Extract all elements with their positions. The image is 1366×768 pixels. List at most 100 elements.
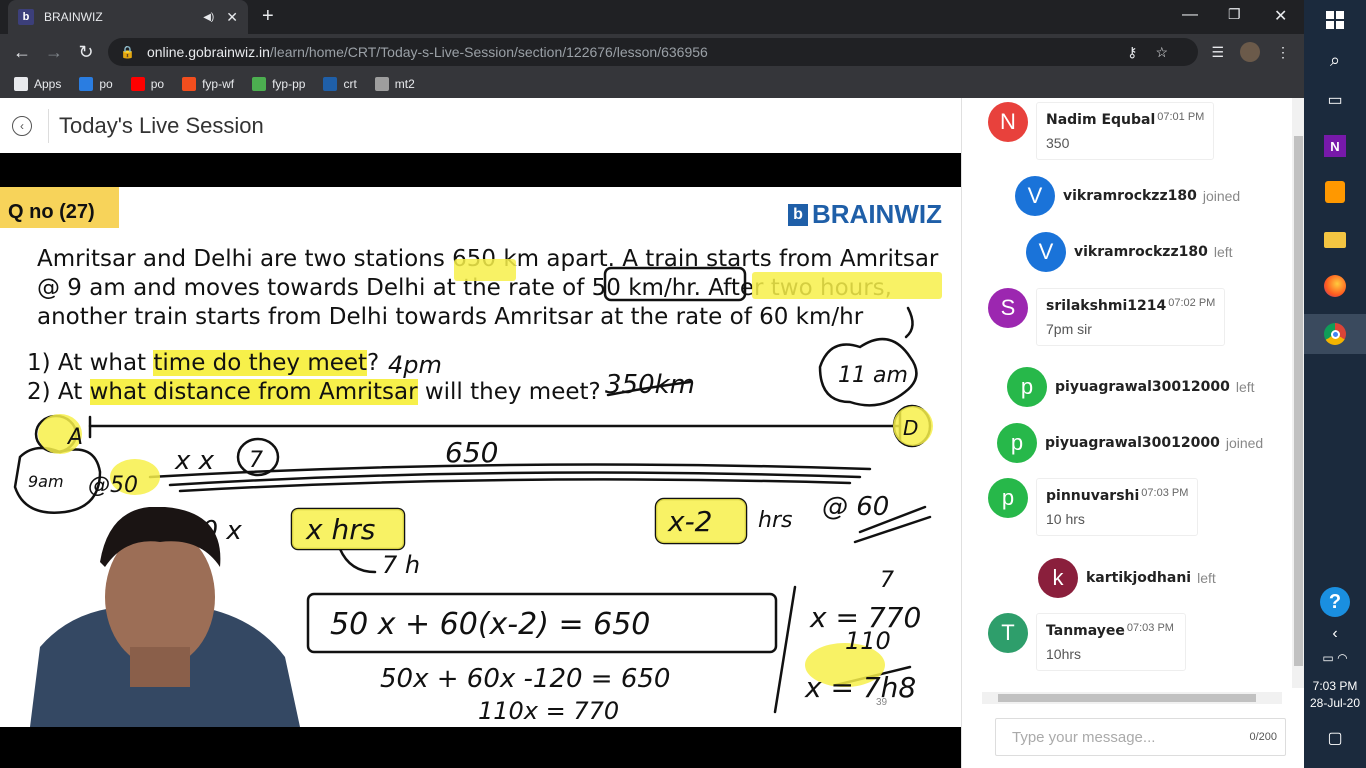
event-username: piyuagrawal30012000 [1055,379,1230,395]
close-window-button[interactable]: ✕ [1274,6,1287,26]
sublime-text-icon[interactable] [1304,172,1366,212]
back-button[interactable]: ← [6,42,38,63]
bookmark-edge[interactable]: po [79,77,113,91]
svg-text:hrs: hrs [758,508,792,533]
minimize-button[interactable]: — [1182,6,1198,24]
task-view-icon[interactable]: ▭ [1304,80,1366,120]
brainwiz-favicon-icon: b [18,9,34,25]
message-time: 07:02 PM [1168,297,1216,309]
url-path: /learn/home/CRT/Today-s-Live-Session/sec… [269,44,708,60]
edge-icon [79,77,94,91]
profile-avatar[interactable] [1240,42,1260,62]
browser-tab[interactable]: b BRAINWIZ ◀) ✕ [8,0,248,34]
user-avatar: p [988,478,1028,518]
message-time: 07:03 PM [1141,487,1189,499]
chat-input-wrapper: 0/200 [995,718,1286,756]
svg-text:@ 60: @ 60 [822,492,889,522]
chat-event: k kartikjodhani left [1038,558,1216,598]
bookmark-star-icon[interactable]: ☆ [1155,44,1186,60]
back-circle-icon[interactable]: ‹ [12,115,32,136]
message-username: Nadim Equbal [1046,112,1156,128]
bookmark-label: Apps [34,77,62,91]
firefox-icon[interactable] [1304,266,1366,306]
bookmark-label: crt [343,77,357,91]
chat-message-input[interactable] [1012,728,1250,746]
chat-message: p pinnuvarshi 07:03 PM 10 hrs [988,478,1199,536]
audio-playing-icon[interactable]: ◀) [203,12,214,23]
message-bubble: pinnuvarshi 07:03 PM 10 hrs [1036,478,1199,536]
cc-icon [374,77,389,91]
chat-horizontal-scrollbar[interactable] [982,692,1282,704]
new-tab-button[interactable]: + [262,6,274,26]
notification-icon[interactable]: ▢ [1304,718,1366,758]
chat-event: p piyuagrawal30012000 left [1007,367,1255,407]
bookmark-label: fyp-pp [272,77,306,91]
svg-text:7 h: 7 h [382,551,420,579]
onenote-icon[interactable]: N [1304,126,1366,166]
bookmark-brainwiz[interactable]: crt [323,77,357,91]
event-action: joined [1202,188,1241,204]
page-title: Today's Live Session [59,112,264,138]
chat-event: p piyuagrawal30012000 joined [997,423,1263,463]
bookmark-figma[interactable]: fyp-wf [182,77,234,91]
svg-text:7: 7 [880,568,894,593]
message-bubble: Nadim Equbal 07:01 PM 350 [1036,102,1215,160]
forward-button[interactable]: → [38,42,70,63]
message-bubble: srilakshmi1214 07:02 PM 7pm sir [1036,288,1226,346]
message-time: 07:01 PM [1157,111,1205,123]
brainwiz-icon [323,77,338,91]
svg-text:50x + 60x -120 = 650: 50x + 60x -120 = 650 [380,664,670,694]
bookmark-label: mt2 [394,77,415,91]
bookmarks-bar: Apps po po fyp-wf fyp-pp crt mt2 [0,70,1304,98]
video-player[interactable]: Q no (27) b BRAINWIZ Amritsar and Delhi a… [0,153,961,768]
event-action: joined [1225,435,1264,451]
bookmark-apps-grid[interactable]: Apps [14,77,61,91]
event-username: vikramrockzz180 [1074,244,1208,260]
chat-message-list[interactable]: N Nadim Equbal 07:01 PM 350 Vvikramrockzz180… [962,98,1292,688]
message-text: 7pm sir [1046,321,1092,337]
windows-start-icon[interactable] [1304,0,1366,40]
svg-text:650: 650 [445,436,498,469]
search-icon[interactable]: ⌕ [1304,40,1366,80]
key-icon[interactable]: ⚷ [1127,44,1155,60]
user-avatar: S [988,288,1028,328]
figma-icon [182,77,197,91]
reload-button[interactable]: ↻ [70,42,102,63]
chat-panel: N Nadim Equbal 07:01 PM 350 Vvikramrockzz180… [961,98,1305,768]
message-text: 10hrs [1046,646,1082,662]
svg-text:x-2: x-2 [667,505,713,538]
svg-text:x x: x x [174,446,215,476]
svg-text:11 am: 11 am [838,363,908,388]
bookmark-youtube[interactable]: po [130,77,164,91]
chat-event: Vvikramrockzz180 left [1026,232,1233,272]
chrome-icon[interactable] [1304,314,1366,354]
bookmark-cc[interactable]: mt2 [374,77,415,91]
svg-text:@50: @50 [88,473,138,498]
battery-wifi-icon[interactable]: ▭ ◠ [1304,638,1366,678]
more-menu-icon[interactable]: ⋮ [1276,44,1290,61]
chat-message: Ssrilakshmi1214 07:02 PM 7pm sir [988,288,1226,346]
file-explorer-icon[interactable] [1304,220,1366,260]
svg-text:7: 7 [249,448,263,473]
close-tab-icon[interactable]: ✕ [226,9,238,26]
restore-button[interactable]: ❐ [1228,6,1241,23]
address-bar[interactable]: 🔒 online.gobrainwiz.in /learn/home/CRT/T… [108,38,1198,66]
svg-text:x hrs: x hrs [305,513,375,546]
slide-page-number: 39 [876,697,888,708]
horizontal-scroll-thumb[interactable] [998,694,1256,702]
message-bubble: Tanmayee 07:03 PM 10hrs [1036,613,1186,671]
char-counter: 0/200 [1249,731,1277,743]
svg-text:110: 110 [845,627,891,655]
vertical-scroll-thumb[interactable] [1294,136,1303,666]
message-username: pinnuvarshi [1046,488,1140,504]
system-clock[interactable]: 7:03 PM 28-Jul-20 [1304,678,1366,712]
bookmark-pdf[interactable]: fyp-pp [252,77,305,91]
user-avatar: V [1015,176,1055,216]
message-text: 10 hrs [1046,511,1085,527]
user-avatar: T [988,613,1028,653]
user-avatar: V [1026,232,1066,272]
media-controls-icon[interactable]: ☰ [1211,44,1224,61]
user-avatar: p [997,423,1037,463]
message-time: 07:03 PM [1126,622,1174,634]
apps-grid-icon [14,77,28,91]
